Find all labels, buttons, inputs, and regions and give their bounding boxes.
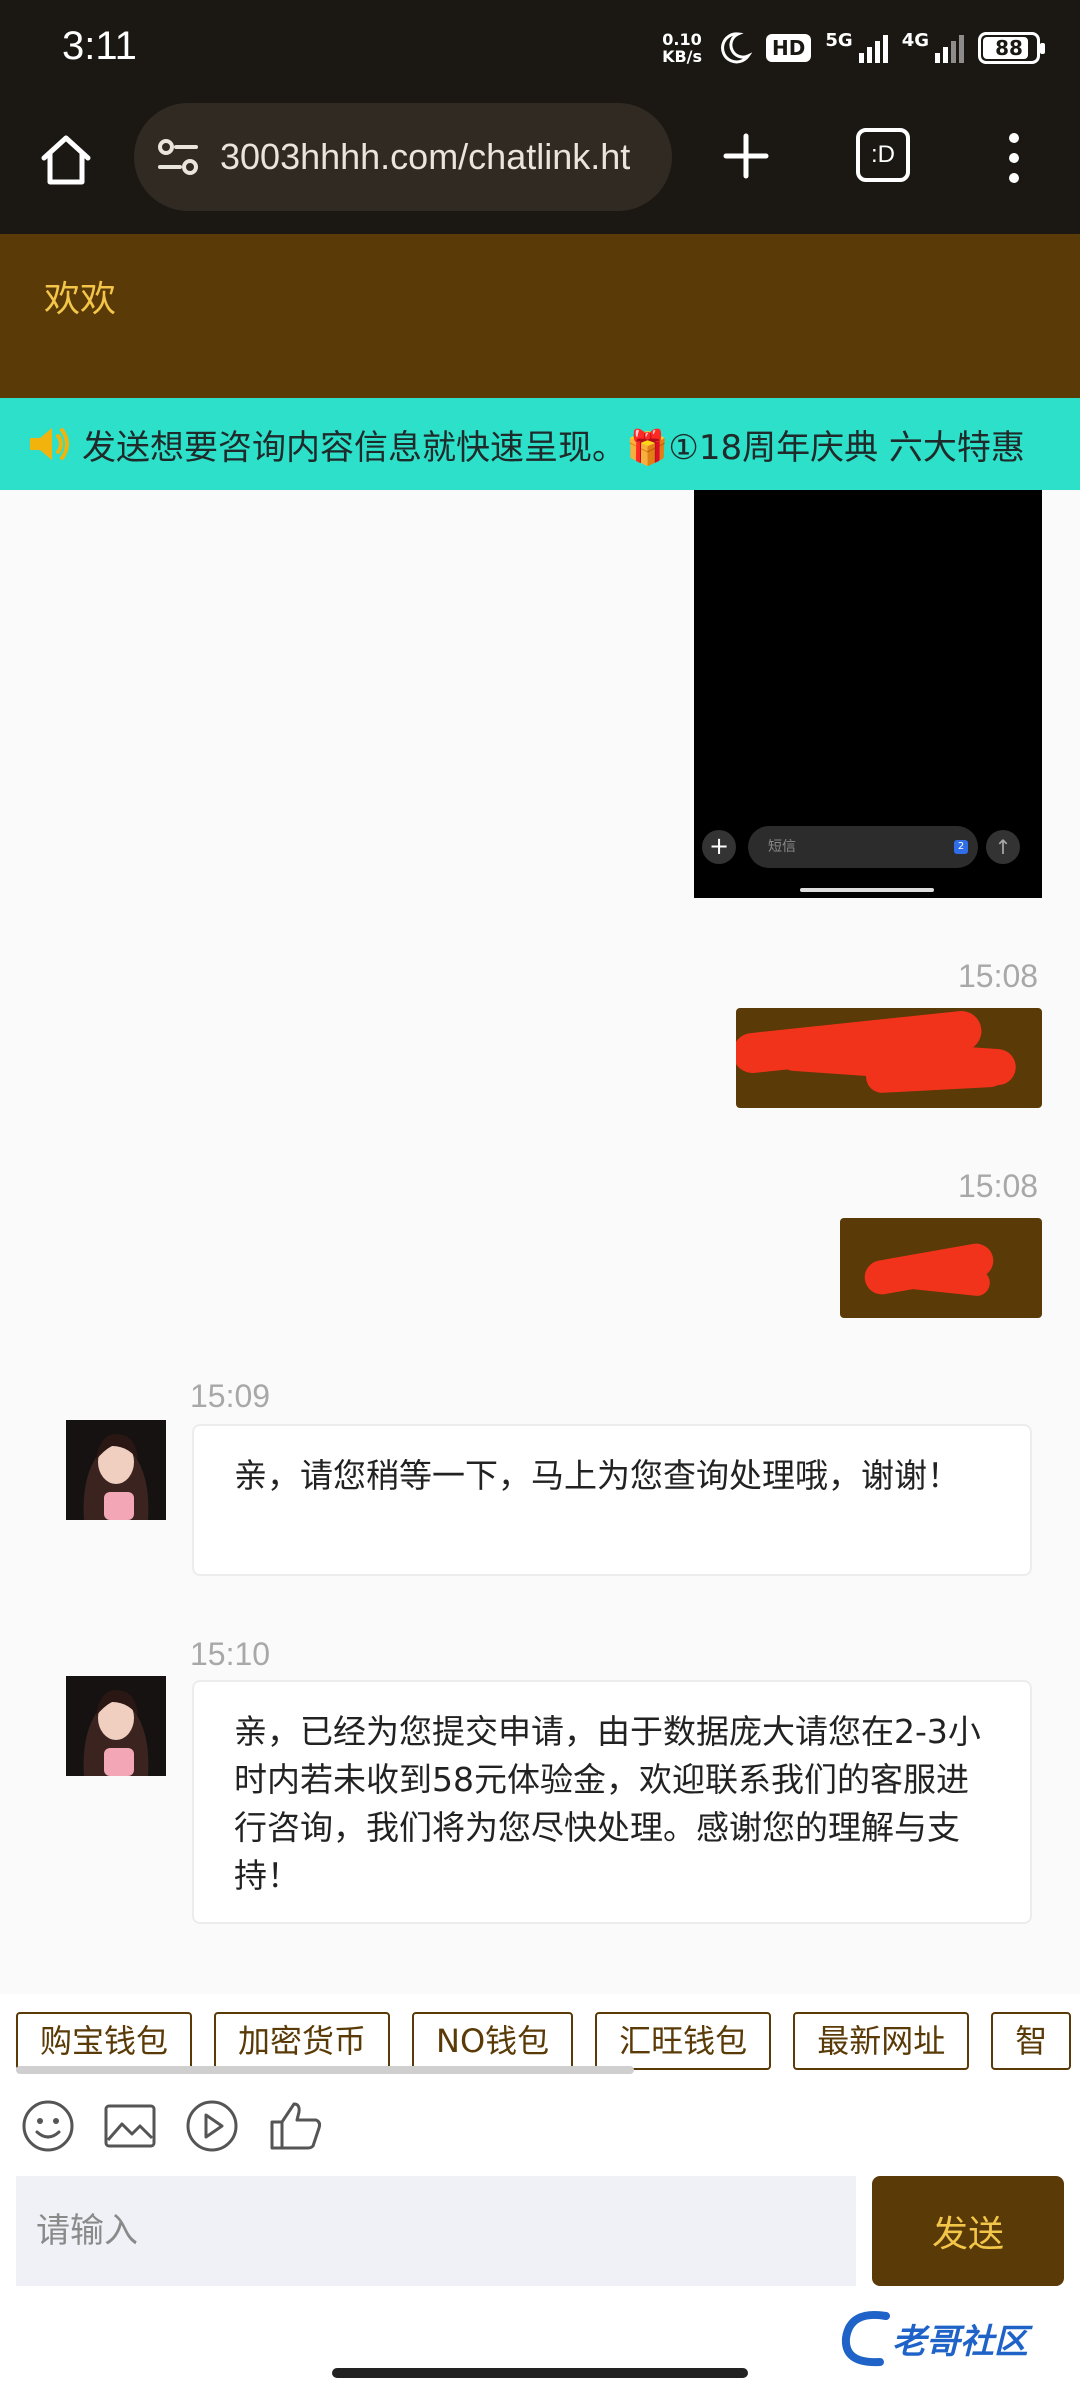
message-time: 15:08 <box>958 1168 1039 1204</box>
notice-marquee: 发送想要咨询内容信息就快速呈现。🎁①18周年庆典 六大特惠 <box>0 398 1080 490</box>
chat-header: 欢欢 <box>0 234 1080 398</box>
quick-button-huiwang-wallet[interactable]: 汇旺钱包 <box>595 2012 772 2070</box>
watermark-text: 老哥社区 <box>892 2322 1028 2362</box>
message-composer: 发送 <box>0 2174 1080 2300</box>
avatar-photo <box>66 1420 166 1520</box>
image-home-bar <box>800 888 934 892</box>
signal-icon-2 <box>935 33 964 63</box>
network-speed-value: 0.10 <box>662 30 702 49</box>
image-plus-icon: + <box>702 830 736 864</box>
sent-image[interactable]: + 短信 2 ↑ <box>694 490 1042 898</box>
network-speed-unit: KB/s <box>662 47 703 66</box>
bottom-area: 老哥社区 <box>0 2300 1080 2400</box>
input-toolbar <box>0 2078 1080 2174</box>
sent-message-redacted[interactable] <box>736 1008 1042 1108</box>
status-icons: 0.10 KB/s HD 5G 4G 88 <box>662 26 1045 70</box>
tab-switcher-button[interactable]: :D <box>856 128 910 182</box>
hd-voice-icon: HD <box>766 34 812 62</box>
status-time: 3:11 <box>62 24 137 68</box>
image-icon[interactable] <box>100 2096 160 2156</box>
quick-reply-row[interactable]: 购宝钱包 加密货币 NO钱包 汇旺钱包 最新网址 智 <box>16 2012 1072 2070</box>
url-text[interactable]: 3003hhhh.com/chatlink.ht <box>220 136 630 178</box>
received-message[interactable]: 亲，已经为您提交申请，由于数据庞大请您在2-3小时内若未收到58元体验金，欢迎联… <box>192 1680 1032 1924</box>
avatar-photo <box>66 1676 166 1776</box>
gesture-bar[interactable] <box>332 2368 748 2378</box>
network-speed: 0.10 KB/s <box>662 31 702 65</box>
agent-avatar[interactable] <box>66 1676 166 1776</box>
site-settings-icon[interactable] <box>154 133 202 181</box>
received-message-text: 亲，请您稍等一下，马上为您查询处理哦，谢谢！ <box>234 1456 960 1495</box>
browser-toolbar: 3003hhhh.com/chatlink.ht :D <box>0 100 1080 234</box>
emoji-icon[interactable] <box>18 2096 78 2156</box>
received-message-text: 亲，已经为您提交申请，由于数据庞大请您在2-3小时内若未收到58元体验金，欢迎联… <box>234 1712 981 1895</box>
agent-avatar[interactable] <box>66 1420 166 1520</box>
image-input-bar: 短信 2 <box>748 826 978 868</box>
quick-button-gouboqianbao[interactable]: 购宝钱包 <box>16 2012 193 2070</box>
speaker-icon <box>30 428 69 460</box>
redaction-mark <box>865 1054 1007 1094</box>
watermark-logo: 老哥社区 <box>836 2304 1066 2384</box>
quick-reply-scrollbar[interactable] <box>16 2066 634 2074</box>
send-button[interactable]: 发送 <box>872 2176 1064 2286</box>
network-type-1: 5G <box>825 29 853 51</box>
home-icon[interactable] <box>36 130 96 190</box>
quick-reply-bar: 购宝钱包 加密货币 NO钱包 汇旺钱包 最新网址 智 <box>0 1994 1080 2078</box>
image-send-icon: ↑ <box>986 830 1020 864</box>
chat-title: 欢欢 <box>44 279 117 320</box>
quick-button-crypto[interactable]: 加密货币 <box>214 2012 391 2070</box>
watermark-dragon-icon <box>841 2311 890 2367</box>
message-time: 15:08 <box>958 958 1039 994</box>
message-time: 15:10 <box>190 1636 271 1672</box>
more-menu-icon[interactable] <box>1000 128 1028 188</box>
image-input-hint: 短信 <box>768 839 796 855</box>
quick-button-no-wallet[interactable]: NO钱包 <box>412 2012 574 2070</box>
quick-button-more[interactable]: 智 <box>991 2012 1072 2070</box>
do-not-disturb-icon <box>721 32 753 64</box>
network-type-2: 4G <box>901 29 929 51</box>
battery-icon: 88 <box>978 32 1045 64</box>
new-tab-icon[interactable] <box>716 126 776 186</box>
image-badge: 2 <box>954 840 968 854</box>
video-icon[interactable] <box>182 2096 242 2156</box>
battery-percent: 88 <box>995 36 1023 60</box>
message-list[interactable]: + 短信 2 ↑ 15:08 15:08 15:09 亲，请您稍等一下，马上为您… <box>0 490 1080 1994</box>
notice-text: 发送想要咨询内容信息就快速呈现。🎁①18周年庆典 六大特惠 <box>82 427 1025 468</box>
signal-icon <box>858 33 888 63</box>
quick-button-latest-url[interactable]: 最新网址 <box>793 2012 970 2070</box>
address-bar[interactable]: 3003hhhh.com/chatlink.ht <box>134 103 672 211</box>
message-time: 15:09 <box>190 1378 271 1414</box>
status-bar: 3:11 0.10 KB/s HD 5G 4G 88 <box>0 0 1080 100</box>
received-message[interactable]: 亲，请您稍等一下，马上为您查询处理哦，谢谢！ <box>192 1424 1032 1576</box>
sent-message-redacted[interactable] <box>840 1218 1042 1318</box>
thumbs-up-icon[interactable] <box>266 2096 326 2156</box>
message-input[interactable] <box>16 2176 856 2286</box>
